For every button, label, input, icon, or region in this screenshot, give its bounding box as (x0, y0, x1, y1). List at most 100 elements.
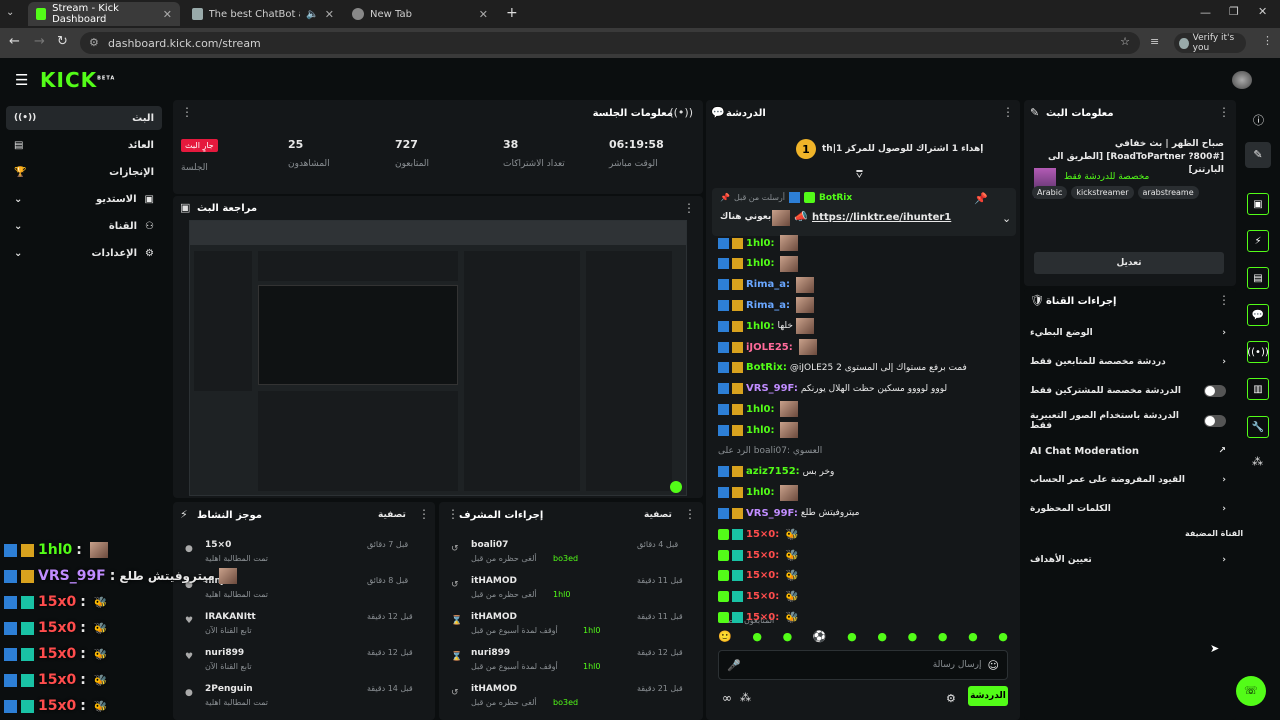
chat-message[interactable]: aziz7152: وخر بس (718, 463, 834, 481)
stream-preview-video[interactable] (189, 220, 687, 496)
chat-message[interactable]: VRS_99F: ميتروفيتش طلع (718, 504, 859, 522)
collapse-icon[interactable]: ⩢ (856, 168, 863, 182)
reload-icon[interactable]: ↻ (57, 34, 68, 49)
chat-username[interactable]: 15×0: (746, 570, 779, 581)
action-banned-words[interactable]: الكلمات المحظورة › (1030, 496, 1226, 522)
chat-username[interactable]: 1hl0: (746, 238, 774, 249)
activity-item[interactable]: ● 2Penguin تمت المطالبة اهلية قبل 14 دقيقة (181, 682, 429, 716)
minimize-icon[interactable]: — (1200, 6, 1211, 19)
sidebar-item-stream[interactable]: ((•)) البث (6, 106, 162, 130)
chevron-down-icon[interactable]: ⌄ (1002, 212, 1011, 225)
action-subscribers-only[interactable]: الدردشة مخصصة للمشتركين فقط (1030, 378, 1226, 404)
kebab-menu-icon[interactable]: ⋮ (418, 507, 430, 521)
chat-message[interactable]: 15×0: 🐝 (718, 567, 799, 585)
new-tab-button[interactable]: + (506, 5, 518, 21)
emote-icon[interactable]: ● (938, 630, 948, 646)
mic-icon[interactable]: 🎤 (727, 659, 741, 672)
kebab-menu-icon[interactable]: ⋮ (1002, 105, 1014, 119)
action-emotes-only[interactable]: الدردشة باستخدام الصور التعبيرية فقط (1030, 408, 1226, 434)
chat-username[interactable]: iJOLE25: (746, 342, 793, 353)
chat-username[interactable]: 15×0: (746, 591, 779, 602)
window-close-icon[interactable]: ✕ (1258, 5, 1267, 18)
site-info-icon[interactable]: ⚙ (89, 36, 99, 49)
emote-icon[interactable]: ● (877, 630, 887, 646)
kebab-menu-icon[interactable]: ⋮ (447, 507, 459, 521)
subscribers-only-toggle[interactable] (1204, 385, 1226, 397)
chat-username[interactable]: Rima_a: (746, 279, 790, 290)
user-avatar[interactable] (1232, 71, 1252, 89)
tag[interactable]: Arabic (1032, 186, 1068, 199)
chat-username[interactable]: VRS_99F: (746, 383, 798, 394)
tab-search-icon[interactable]: ⌄ (6, 7, 14, 18)
chat-username[interactable]: Rima_a: (746, 300, 790, 311)
sidebar-item-revenue[interactable]: ▤ العائد (6, 133, 162, 157)
rail-bolt-icon[interactable]: ⚡ (1247, 230, 1269, 252)
chat-message[interactable]: VRS_99F: لووو لوووو مسكين حظت الهلال يورن… (718, 380, 947, 398)
tag[interactable]: arabstreame (1137, 186, 1199, 199)
edit-stream-button[interactable]: تعديل (1034, 252, 1224, 274)
category-name[interactable]: مخصصة للدردشة فقط (1064, 172, 1149, 182)
close-icon[interactable]: ✕ (325, 8, 334, 21)
close-icon[interactable]: ✕ (479, 8, 488, 21)
chat-username[interactable]: 1hl0: (746, 425, 774, 436)
chat-message[interactable]: 15×0: 🐝 (718, 588, 799, 606)
info-icon[interactable]: ⓘ (1253, 112, 1264, 128)
chat-settings-icon[interactable]: ⚙ (946, 692, 956, 705)
emote-icon[interactable]: ⚽ (813, 630, 827, 646)
kebab-menu-icon[interactable]: ⋮ (683, 201, 695, 215)
chat-username[interactable]: 1hl0: (746, 404, 774, 415)
chat-username[interactable]: 15×0: (746, 550, 779, 561)
kebab-menu-icon[interactable]: ⋮ (181, 105, 193, 119)
chat-username[interactable]: 15×0: (746, 529, 779, 540)
emote-icon[interactable]: ● (908, 630, 918, 646)
chat-username[interactable]: aziz7152: (746, 466, 800, 477)
tab-kick-dashboard[interactable]: Stream - Kick Dashboard ✕ (28, 2, 180, 26)
sidebar-item-studio[interactable]: ⌄ الاستديو ▣ (6, 187, 162, 211)
chat-username[interactable]: VRS_99F: (746, 508, 798, 519)
chat-message[interactable]: 1hl0: (718, 400, 799, 418)
mod-action-item[interactable]: ↺ itHAMOD ألغى حظره من قبل 1hl0 قبل 11 دقيقة (447, 574, 695, 608)
chat-message[interactable]: BotRix: @iJOLE25 2 فمت برفع مستواك إلى ال… (718, 359, 967, 377)
rail-screen-icon[interactable]: ▣ (1247, 193, 1269, 215)
action-account-age[interactable]: القيود المفروضة على عمر الحساب › (1030, 467, 1226, 493)
sidebar-item-settings[interactable]: ⌄ الإعدادات ⚙ (6, 241, 162, 265)
emotes-only-toggle[interactable] (1204, 415, 1226, 427)
chat-username[interactable]: BotRix: (746, 362, 787, 373)
chat-message[interactable]: 1hl0: (718, 421, 799, 439)
pinned-message[interactable]: 📌 أرسلت من قبل BotRix 📌 تابعوني هناك 📣 h… (712, 188, 1016, 236)
address-bar[interactable]: ⚙ dashboard.kick.com/stream ☆ (80, 32, 1140, 54)
chat-username[interactable]: 15×0: (746, 612, 779, 623)
tab-new-tab[interactable]: New Tab ✕ (344, 2, 496, 26)
chat-message[interactable]: 15×0: 🐝 (718, 608, 799, 626)
chat-message[interactable]: الرد على boali07: العسوي (718, 442, 822, 460)
kebab-menu-icon[interactable]: ⋮ (1218, 105, 1230, 119)
profile-chip[interactable]: Verify it's you (1174, 33, 1246, 53)
chat-message[interactable]: 1hl0: (718, 234, 799, 252)
mod-action-item[interactable]: ⌛ itHAMOD أوقف لمدة أسبوع من قبل 1hl0 قبل 11… (447, 610, 695, 644)
kebab-menu-icon[interactable]: ⋮ (684, 507, 696, 521)
support-chat-button[interactable]: ☏ (1236, 676, 1266, 706)
infinity-icon[interactable]: ∞ (722, 691, 732, 705)
chat-username[interactable]: 1hl0: (746, 487, 774, 498)
emote-icon[interactable]: ● (847, 630, 857, 646)
rail-live-icon[interactable]: ((•)) (1247, 341, 1269, 363)
emoji-icon[interactable]: ☺ (988, 659, 999, 672)
tab-chatbot[interactable]: The best ChatBot and Widg 🔈 ✕ (184, 2, 342, 26)
chat-message[interactable]: Rima_a: (718, 296, 815, 314)
emote-icon[interactable]: ● (968, 630, 978, 646)
send-chat-button[interactable]: الدردشة (968, 686, 1008, 706)
filter-button[interactable]: تصفية (644, 510, 672, 520)
chat-message[interactable]: iJOLE25: (718, 338, 817, 356)
unpin-icon[interactable]: 📌 (974, 192, 988, 205)
action-set-goals[interactable]: تعيين الأهداف › (1030, 547, 1226, 573)
edit-icon[interactable]: ✎ (1245, 142, 1271, 168)
chat-message[interactable]: 15×0: 🐝 (718, 525, 799, 543)
back-icon[interactable]: ← (9, 34, 20, 49)
mod-action-item[interactable]: ↺ itHAMOD ألغى حظره من قبل bo3ed قبل 21 دقيق… (447, 682, 695, 716)
media-controls-icon[interactable]: ≡ (1150, 35, 1159, 48)
browser-menu-icon[interactable]: ⋮ (1262, 34, 1273, 47)
sidebar-item-channel[interactable]: ⌄ القناة ⚇ (6, 214, 162, 238)
rail-chat-icon[interactable]: 💬 (1247, 304, 1269, 326)
emote-icon[interactable]: ● (783, 630, 793, 646)
chat-username[interactable]: 1hl0: (746, 321, 774, 332)
